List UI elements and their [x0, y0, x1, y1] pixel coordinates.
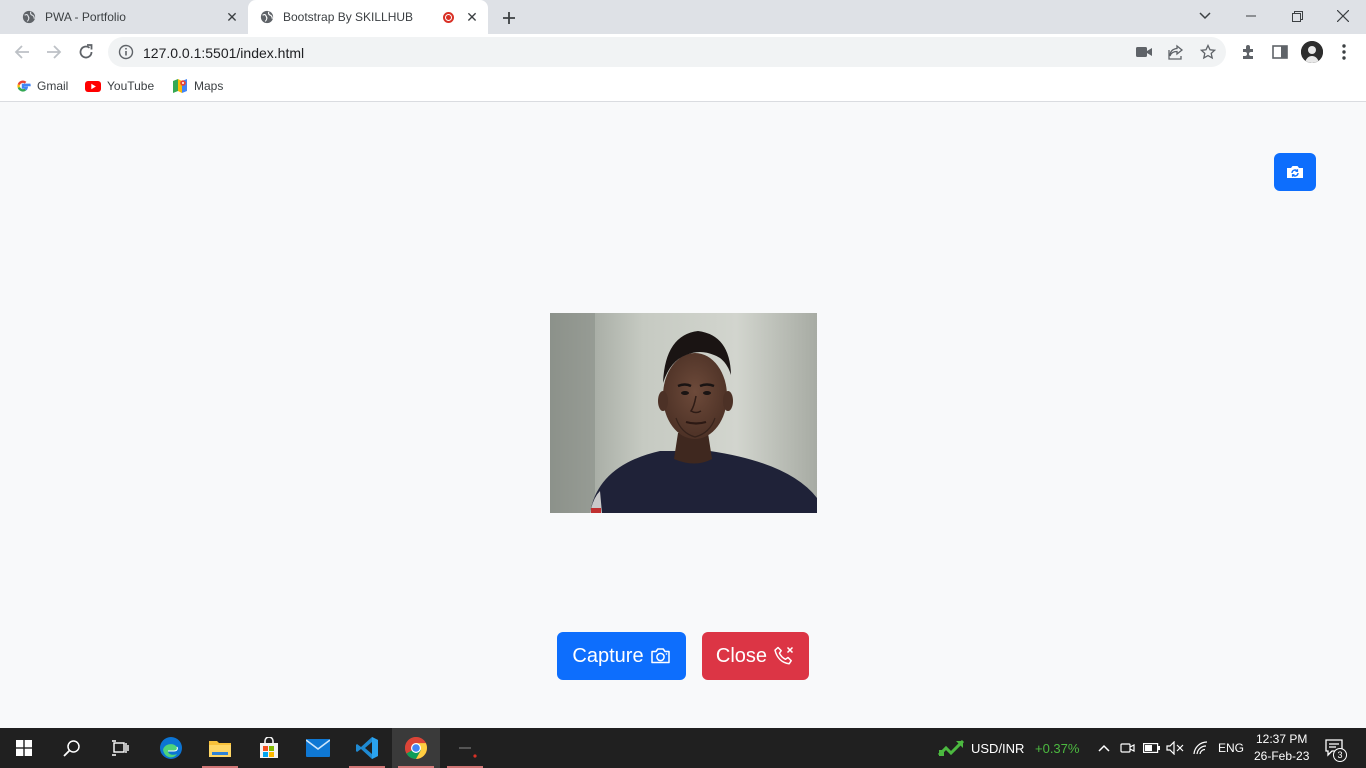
close-button[interactable]: Close — [702, 632, 809, 680]
chrome-icon — [405, 736, 427, 759]
folder-icon — [209, 741, 231, 757]
camera-switch-icon — [1287, 166, 1303, 178]
close-tab-icon[interactable]: ✕ — [464, 9, 480, 25]
search-icon — [63, 740, 80, 757]
bookmark-gmail[interactable]: Gmail — [15, 76, 68, 96]
battery-icon[interactable] — [1142, 738, 1162, 758]
camera-video-feed — [550, 313, 817, 513]
bookmark-label: Maps — [194, 79, 224, 93]
chevron-down-icon — [1199, 12, 1211, 20]
wifi-icon[interactable] — [1191, 738, 1211, 758]
capture-button[interactable]: Capture — [557, 632, 686, 680]
google-icon — [17, 80, 31, 92]
info-icon[interactable] — [118, 44, 134, 60]
show-hidden-icons-button[interactable] — [1094, 738, 1114, 758]
browser-toolbar: 127.0.0.1:5501/index.html — [0, 34, 1366, 70]
tab-search-button[interactable] — [1182, 4, 1228, 28]
store-icon — [260, 737, 278, 758]
windows-taskbar: USD/INR +0.37% ENG 12:37 PM 26-Feb-23 3 — [0, 728, 1366, 768]
vscode-app[interactable] — [343, 728, 391, 768]
chrome-app[interactable] — [392, 728, 440, 768]
camera-icon — [650, 648, 670, 664]
tab-pwa-portfolio[interactable]: PWA - Portfolio ✕ — [0, 0, 248, 34]
task-view-icon — [112, 740, 129, 756]
stock-chart-icon — [938, 740, 964, 756]
address-bar[interactable]: 127.0.0.1:5501/index.html — [108, 37, 1226, 67]
new-tab-button[interactable] — [498, 7, 520, 29]
url-text: 127.0.0.1:5501/index.html — [143, 45, 305, 61]
maps-icon — [173, 79, 187, 93]
minimize-icon — [1246, 15, 1256, 17]
close-tab-icon[interactable]: ✕ — [224, 9, 240, 25]
close-window-button[interactable] — [1320, 4, 1366, 28]
reload-icon — [79, 44, 93, 59]
bookmark-maps[interactable]: Maps — [172, 76, 223, 96]
bookmark-label: Gmail — [37, 79, 69, 93]
vscode-icon — [356, 737, 378, 759]
capture-label: Capture — [572, 644, 644, 667]
tab-title: Bootstrap By SKILLHUB — [283, 10, 414, 24]
ticker-change: +0.37% — [1035, 741, 1080, 756]
profile-avatar[interactable] — [1301, 41, 1323, 63]
chevron-up-icon — [1098, 744, 1110, 752]
windows-logo-icon — [16, 740, 32, 756]
tab-strip: PWA - Portfolio ✕ Bootstrap By SKILLHUB … — [0, 0, 1366, 34]
restore-icon — [1291, 10, 1303, 22]
arrow-left-icon — [14, 45, 29, 59]
store-app[interactable] — [245, 728, 293, 768]
ticker-symbol[interactable]: USD/INR — [971, 741, 1024, 756]
forward-button[interactable] — [42, 40, 66, 64]
restore-button[interactable] — [1274, 4, 1320, 28]
recording-indicator-icon — [443, 11, 454, 23]
edge-app[interactable] — [147, 728, 195, 768]
file-explorer-app[interactable] — [196, 728, 244, 768]
page-content: Capture Close — [0, 103, 1366, 728]
recorder-icon — [456, 746, 477, 758]
clock-time[interactable]: 12:37 PM — [1256, 732, 1307, 746]
close-icon — [1337, 10, 1349, 22]
edge-icon — [160, 737, 182, 759]
mail-icon — [306, 739, 330, 757]
volume-muted-icon[interactable] — [1165, 738, 1185, 758]
bookmark-youtube[interactable]: YouTube — [85, 76, 154, 96]
arrow-right-icon — [47, 45, 62, 59]
globe-icon — [22, 10, 36, 24]
bookmarks-bar: Gmail YouTube Maps — [0, 70, 1366, 102]
recorder-app[interactable] — [441, 728, 489, 768]
meet-now-icon[interactable] — [1118, 738, 1138, 758]
phone-hangup-icon — [774, 646, 794, 665]
plus-icon — [503, 12, 515, 24]
menu-kebab-icon[interactable] — [1332, 40, 1356, 64]
reload-button[interactable] — [74, 40, 98, 64]
switch-camera-button[interactable] — [1274, 153, 1316, 191]
youtube-icon — [85, 81, 101, 92]
camera-in-use-icon[interactable] — [1134, 42, 1154, 62]
notification-count-badge: 3 — [1333, 748, 1347, 762]
back-button[interactable] — [10, 40, 34, 64]
task-view-button[interactable] — [96, 728, 144, 768]
start-button[interactable] — [0, 728, 48, 768]
bookmark-label: YouTube — [107, 79, 155, 93]
input-language[interactable]: ENG — [1218, 741, 1244, 755]
extensions-icon[interactable] — [1236, 40, 1260, 64]
tab-title: PWA - Portfolio — [45, 10, 126, 24]
side-panel-icon[interactable] — [1268, 40, 1292, 64]
close-label: Close — [715, 644, 768, 667]
globe-icon — [260, 10, 274, 24]
minimize-button[interactable] — [1228, 4, 1274, 28]
search-button[interactable] — [48, 728, 96, 768]
mail-app[interactable] — [294, 728, 342, 768]
tab-bootstrap-skillhub[interactable]: Bootstrap By SKILLHUB ✕ — [248, 0, 488, 34]
bookmark-star-icon[interactable] — [1198, 42, 1218, 62]
clock-date[interactable]: 26-Feb-23 — [1254, 749, 1309, 763]
share-icon[interactable] — [1166, 42, 1186, 62]
